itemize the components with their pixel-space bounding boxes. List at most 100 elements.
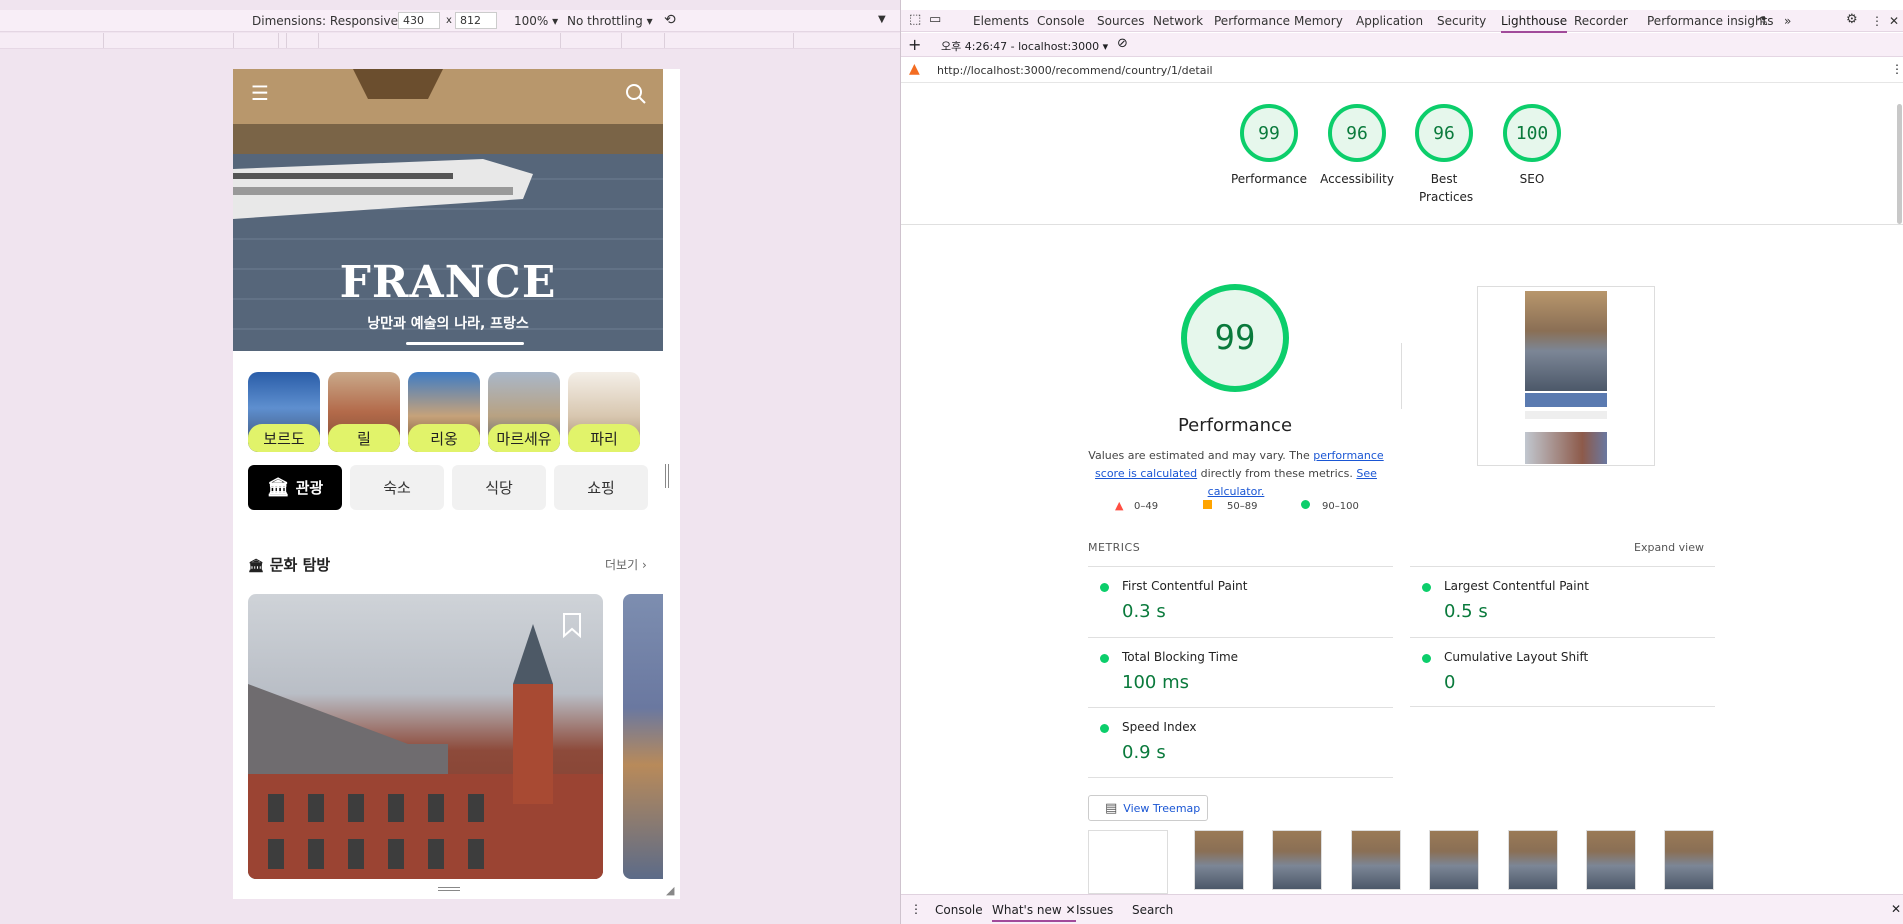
section-title-text: 문화 탐방 bbox=[269, 556, 331, 574]
gauge-accessibility[interactable]: 96 bbox=[1328, 104, 1386, 162]
tab-performance-insights[interactable]: Performance insights bbox=[1647, 14, 1774, 28]
new-report-icon[interactable]: + bbox=[908, 35, 921, 54]
screenshot-card bbox=[1525, 432, 1607, 464]
tab-recorder[interactable]: Recorder bbox=[1574, 14, 1628, 28]
museum-icon: 🏛 bbox=[266, 477, 290, 498]
tab-lighthouse[interactable]: Lighthouse bbox=[1501, 14, 1568, 33]
city-card-lyon[interactable]: 리옹 bbox=[408, 372, 480, 452]
main-score-value: 99 bbox=[1214, 318, 1256, 358]
city-card-paris[interactable]: 파리 bbox=[568, 372, 640, 452]
rotate-icon[interactable]: ⟲ bbox=[664, 12, 676, 28]
tab-label: 관광 bbox=[295, 479, 324, 497]
tab-label: 숙소 bbox=[383, 479, 411, 497]
metric-value: 100 ms bbox=[1122, 672, 1189, 693]
tab-security[interactable]: Security bbox=[1437, 14, 1486, 28]
tab-application[interactable]: Application bbox=[1356, 14, 1423, 28]
tab-lodging[interactable]: 숙소 bbox=[350, 465, 444, 510]
tab-network[interactable]: Network bbox=[1153, 14, 1203, 28]
search-icon[interactable] bbox=[625, 83, 647, 105]
throttling-label: No throttling bbox=[567, 14, 643, 28]
tab-sightseeing[interactable]: 🏛 관광 bbox=[248, 465, 342, 510]
pass-dot-icon bbox=[1100, 724, 1109, 733]
drawer-tab-console[interactable]: Console bbox=[935, 903, 983, 917]
city-card-bordeaux[interactable]: 보르도 bbox=[248, 372, 320, 452]
dimensions-dropdown[interactable]: Dimensions: Responsive ▾ bbox=[252, 14, 408, 28]
hero-subtitle: 낭만과 예술의 나라, 프랑스 bbox=[367, 316, 529, 332]
divider bbox=[1410, 706, 1715, 707]
metric-value: 0.5 s bbox=[1444, 601, 1488, 622]
view-treemap-button[interactable]: ▤ View Treemap bbox=[1088, 795, 1208, 821]
devtools-panel: ⬚ ▭ Elements Console Sources Network Per… bbox=[900, 0, 1903, 924]
clear-icon[interactable]: ⊘ bbox=[1117, 36, 1128, 51]
hamburger-menu-icon[interactable]: ☰ bbox=[251, 81, 269, 105]
gauge-seo[interactable]: 100 bbox=[1503, 104, 1561, 162]
metric-name: Speed Index bbox=[1122, 720, 1197, 734]
resize-corner-icon[interactable]: ◢ bbox=[666, 884, 674, 897]
metric-name: Cumulative Layout Shift bbox=[1444, 650, 1589, 664]
zoom-dropdown[interactable]: 100% ▾ bbox=[514, 14, 558, 28]
inspect-element-icon[interactable]: ⬚ bbox=[909, 12, 921, 27]
tab-sources[interactable]: Sources bbox=[1097, 14, 1144, 28]
city-card-marseille[interactable]: 마르세유 bbox=[488, 372, 560, 452]
close-drawer-icon[interactable]: ✕ bbox=[1891, 902, 1901, 916]
gauge-label: Performance bbox=[1230, 172, 1308, 186]
divider bbox=[901, 224, 1903, 225]
more-tabs-icon[interactable]: » bbox=[1784, 14, 1791, 28]
throttling-dropdown[interactable]: No throttling ▾ bbox=[567, 14, 653, 28]
pass-circle-icon bbox=[1301, 500, 1310, 509]
tab-console[interactable]: Console bbox=[1037, 14, 1085, 28]
filmstrip-frame bbox=[1508, 830, 1558, 890]
final-screenshot[interactable] bbox=[1477, 286, 1655, 466]
height-input[interactable]: 812 bbox=[455, 12, 497, 29]
close-tab-icon[interactable]: ✕ bbox=[1066, 903, 1076, 917]
drawer-tab-whats-new[interactable]: What's new ✕ bbox=[992, 903, 1076, 922]
gauge-value: 99 bbox=[1258, 122, 1280, 144]
metric-value: 0.3 s bbox=[1122, 601, 1166, 622]
drawer-tab-issues[interactable]: Issues bbox=[1076, 903, 1113, 917]
more-options-icon[interactable]: ▼ bbox=[878, 14, 886, 25]
hero-image bbox=[233, 69, 663, 351]
tab-shopping[interactable]: 쇼핑 bbox=[554, 465, 648, 510]
filmstrip-frame bbox=[1664, 830, 1714, 890]
gauge-best-practices[interactable]: 96 bbox=[1415, 104, 1473, 162]
settings-gear-icon[interactable]: ⚙ bbox=[1846, 12, 1858, 27]
device-toggle-icon[interactable]: ▭ bbox=[929, 12, 941, 27]
lighthouse-toolbar: + 오후 4:26:47 - localhost:3000 ▾ ⊘ bbox=[901, 33, 1903, 57]
fail-triangle-icon: ▲ bbox=[1115, 499, 1124, 512]
url-menu-icon[interactable]: ⋮ bbox=[1891, 62, 1903, 76]
resize-handle-bottom[interactable] bbox=[438, 887, 460, 891]
main-performance-gauge: 99 bbox=[1181, 284, 1289, 392]
drawer-tab-search[interactable]: Search bbox=[1132, 903, 1173, 917]
resize-handle-right[interactable] bbox=[665, 464, 669, 488]
gauge-performance[interactable]: 99 bbox=[1240, 104, 1298, 162]
treemap-label: View Treemap bbox=[1123, 801, 1201, 815]
more-link[interactable]: 더보기 › bbox=[605, 556, 647, 573]
tab-elements[interactable]: Elements bbox=[973, 14, 1029, 28]
width-input[interactable]: 430 bbox=[398, 12, 440, 29]
drawer-menu-icon[interactable]: ⋮ bbox=[910, 902, 922, 916]
kebab-menu-icon[interactable]: ⋮ bbox=[1871, 14, 1883, 28]
tab-memory[interactable]: Memory bbox=[1294, 14, 1343, 28]
zoom-label: 100% bbox=[514, 14, 549, 28]
audited-url[interactable]: http://localhost:3000/recommend/country/… bbox=[937, 64, 1213, 77]
city-card-lille[interactable]: 릴 bbox=[328, 372, 400, 452]
section-title: 🏛 문화 탐방 bbox=[248, 554, 330, 575]
tab-restaurant[interactable]: 식당 bbox=[452, 465, 546, 510]
performance-note: Values are estimated and may vary. The p… bbox=[1086, 447, 1386, 501]
gauge-label: Accessibility bbox=[1320, 172, 1394, 186]
tab-performance[interactable]: Performance bbox=[1214, 14, 1290, 28]
pass-dot-icon bbox=[1100, 583, 1109, 592]
scrollbar-thumb[interactable] bbox=[1897, 104, 1902, 224]
screenshot-tabs bbox=[1525, 411, 1607, 419]
metric-fcp: First Contentful Paint 0.3 s bbox=[1088, 566, 1393, 636]
attraction-card-next[interactable] bbox=[623, 594, 663, 879]
close-devtools-icon[interactable]: ✕ bbox=[1889, 14, 1899, 28]
bookmark-icon[interactable] bbox=[561, 612, 583, 638]
report-time: 오후 4:26:47 - localhost:3000 bbox=[941, 40, 1100, 53]
screenshot-cities bbox=[1525, 393, 1607, 407]
expand-view-toggle[interactable]: Expand view bbox=[1634, 541, 1704, 554]
attraction-card[interactable] bbox=[248, 594, 603, 879]
city-label: 마르세유 bbox=[488, 424, 560, 452]
times-symbol: x bbox=[446, 15, 452, 26]
report-selector[interactable]: 오후 4:26:47 - localhost:3000 ▾ bbox=[941, 38, 1108, 54]
